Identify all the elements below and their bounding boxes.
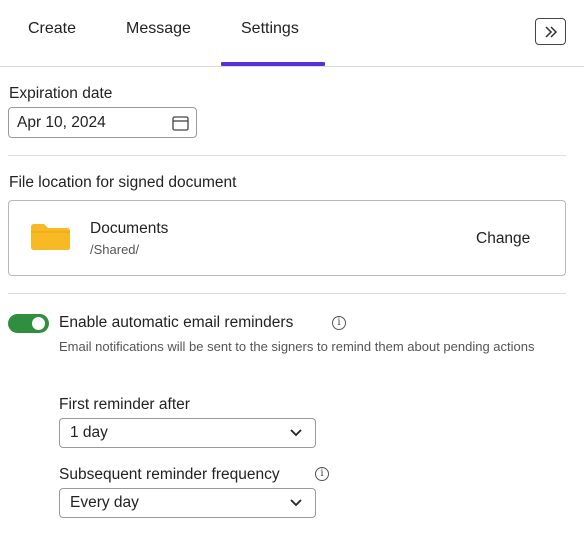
subsequent-reminder-label: Subsequent reminder frequency [59,466,280,483]
toggle-knob [32,317,45,330]
first-reminder-select[interactable]: 1 day [59,418,316,448]
folder-path: /Shared/ [90,242,140,257]
subsequent-reminder-value: Every day [70,494,139,511]
first-reminder-value: 1 day [70,424,108,441]
info-icon[interactable]: i [332,316,346,330]
expiration-date-field[interactable]: Apr 10, 2024 [8,107,197,138]
calendar-icon[interactable] [172,115,189,131]
chevron-down-icon [290,429,302,437]
file-location-card: Documents /Shared/ Change [8,200,566,276]
info-icon[interactable]: i [315,467,329,481]
folder-icon [31,224,70,250]
email-reminders-label: Enable automatic email reminders [59,314,294,331]
tab-bar: Create Message Settings [0,0,584,67]
email-reminders-helper: Email notifications will be sent to the … [59,339,535,354]
first-reminder-label: First reminder after [59,396,190,413]
divider [8,155,566,156]
divider [8,293,566,294]
email-reminders-toggle[interactable] [8,314,49,333]
file-location-label: File location for signed document [9,174,237,191]
tab-settings[interactable]: Settings [241,20,299,38]
active-tab-indicator [221,62,325,66]
change-location-button[interactable]: Change [476,230,530,248]
expiration-date-value: Apr 10, 2024 [17,113,106,131]
tab-create[interactable]: Create [28,20,76,38]
collapse-panel-button[interactable] [535,18,566,45]
chevron-down-icon [290,499,302,507]
subsequent-reminder-select[interactable]: Every day [59,488,316,518]
double-chevron-right-icon [544,25,557,38]
folder-name: Documents [90,220,169,237]
tab-message[interactable]: Message [126,20,191,38]
expiration-date-label: Expiration date [9,85,113,102]
